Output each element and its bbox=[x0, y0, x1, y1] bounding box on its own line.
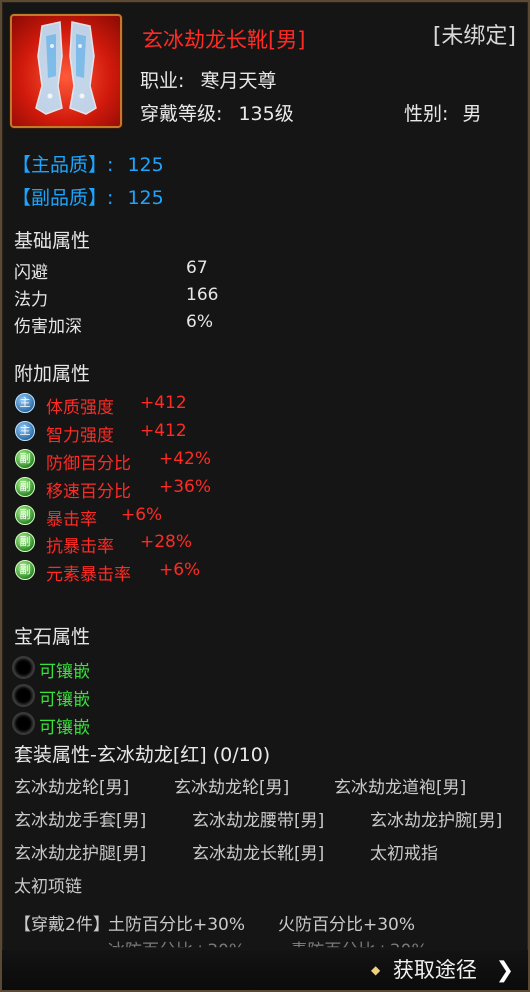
extra-section-title: 附加属性 bbox=[14, 363, 91, 385]
gem-slot-label: 可镶嵌 bbox=[39, 662, 90, 682]
chevron-right-icon: ❯ bbox=[495, 958, 514, 983]
class-row: 职业: 寒月天尊 bbox=[140, 66, 276, 93]
set-piece: 太初戒指 bbox=[370, 844, 438, 864]
sub-attr-badge-icon: 副 bbox=[15, 477, 35, 497]
extra-stat-name: 暴击率 bbox=[46, 510, 97, 530]
gender-row: 性别: 男 bbox=[404, 99, 481, 126]
gem-slot-label: 可镶嵌 bbox=[39, 718, 90, 738]
base-stat-name: 闪避 bbox=[14, 263, 48, 283]
sub-quality-value: 125 bbox=[127, 187, 164, 209]
base-stat-name: 伤害加深 bbox=[14, 317, 82, 337]
main-quality-label: 【主品质】: bbox=[12, 154, 114, 176]
item-name: 玄冰劫龙长靴[男] bbox=[142, 28, 306, 52]
class-value: 寒月天尊 bbox=[200, 70, 277, 92]
main-quality-row: 【主品质】: 125 bbox=[12, 150, 164, 177]
extra-stat-value: +412 bbox=[140, 421, 187, 441]
extra-stat-name: 防御百分比 bbox=[46, 454, 131, 474]
extra-stat-name: 元素暴击率 bbox=[46, 565, 131, 585]
base-stat-value: 6% bbox=[186, 312, 213, 332]
extra-stat-name: 移速百分比 bbox=[46, 482, 131, 502]
extra-stat-value: +42% bbox=[159, 449, 212, 469]
acquire-source-button[interactable]: ◆ 获取途径 ❯ bbox=[371, 954, 514, 984]
main-attr-badge-icon: 主 bbox=[15, 421, 35, 441]
level-row: 穿戴等级: 135级 bbox=[140, 99, 294, 126]
main-quality-value: 125 bbox=[127, 154, 164, 176]
item-icon-frame bbox=[10, 14, 122, 128]
sub-quality-row: 【副品质】: 125 bbox=[12, 183, 164, 210]
extra-stat-value: +28% bbox=[140, 532, 193, 552]
set-bonus-value: 火防百分比+30% bbox=[278, 915, 416, 935]
boots-icon bbox=[35, 21, 97, 115]
extra-stat-value: +6% bbox=[159, 560, 201, 580]
class-label: 职业: bbox=[140, 70, 185, 92]
extra-stat-name: 体质强度 bbox=[46, 398, 114, 418]
gem-socket-icon[interactable] bbox=[12, 656, 35, 679]
sub-attr-badge-icon: 副 bbox=[15, 505, 35, 525]
level-label: 穿戴等级: bbox=[140, 103, 223, 125]
base-stat-value: 166 bbox=[186, 285, 219, 305]
bind-status: [未绑定] bbox=[432, 24, 516, 49]
set-piece: 太初项链 bbox=[14, 877, 82, 897]
gender-label: 性别: bbox=[404, 103, 449, 125]
extra-stat-value: +36% bbox=[159, 477, 212, 497]
gem-socket-icon[interactable] bbox=[12, 684, 35, 707]
extra-stat-name: 智力强度 bbox=[46, 426, 114, 446]
base-stat-value: 67 bbox=[186, 258, 208, 278]
diamond-icon: ◆ bbox=[370, 963, 381, 977]
set-piece: 玄冰劫龙手套[男] bbox=[14, 811, 147, 831]
set-piece: 玄冰劫龙轮[男] bbox=[174, 778, 290, 798]
set-piece: 玄冰劫龙护腿[男] bbox=[14, 844, 147, 864]
base-section-title: 基础属性 bbox=[14, 230, 91, 252]
extra-stat-value: +412 bbox=[140, 393, 187, 413]
set-piece: 玄冰劫龙长靴[男] bbox=[192, 844, 325, 864]
sub-attr-badge-icon: 副 bbox=[15, 560, 35, 580]
gem-slot-label: 可镶嵌 bbox=[39, 690, 90, 710]
acquire-source-label: 获取途径 bbox=[392, 958, 477, 982]
base-stat-name: 法力 bbox=[14, 290, 48, 310]
sub-attr-badge-icon: 副 bbox=[15, 532, 35, 552]
item-tooltip-panel: 玄冰劫龙长靴[男] [未绑定] 职业: 寒月天尊 穿戴等级: 135级 性别: … bbox=[0, 0, 530, 992]
set-bonus-label: 【穿戴2件】 bbox=[14, 915, 110, 935]
gender-value: 男 bbox=[462, 103, 482, 125]
extra-stat-name: 抗暴击率 bbox=[46, 537, 114, 557]
sub-quality-label: 【副品质】: bbox=[12, 187, 114, 209]
set-piece: 玄冰劫龙轮[男] bbox=[14, 778, 130, 798]
sub-attr-badge-icon: 副 bbox=[15, 449, 35, 469]
set-section-title: 套装属性-玄冰劫龙[红] (0/10) bbox=[14, 744, 271, 766]
set-piece: 玄冰劫龙护腕[男] bbox=[370, 811, 503, 831]
set-piece: 玄冰劫龙道袍[男] bbox=[334, 778, 467, 798]
set-bonus-value: 土防百分比+30% bbox=[108, 915, 246, 935]
gem-section-title: 宝石属性 bbox=[14, 626, 91, 648]
level-value: 135级 bbox=[238, 103, 294, 125]
set-piece: 玄冰劫龙腰带[男] bbox=[192, 811, 325, 831]
gem-socket-icon[interactable] bbox=[12, 712, 35, 735]
extra-stat-value: +6% bbox=[121, 505, 163, 525]
main-attr-badge-icon: 主 bbox=[15, 393, 35, 413]
